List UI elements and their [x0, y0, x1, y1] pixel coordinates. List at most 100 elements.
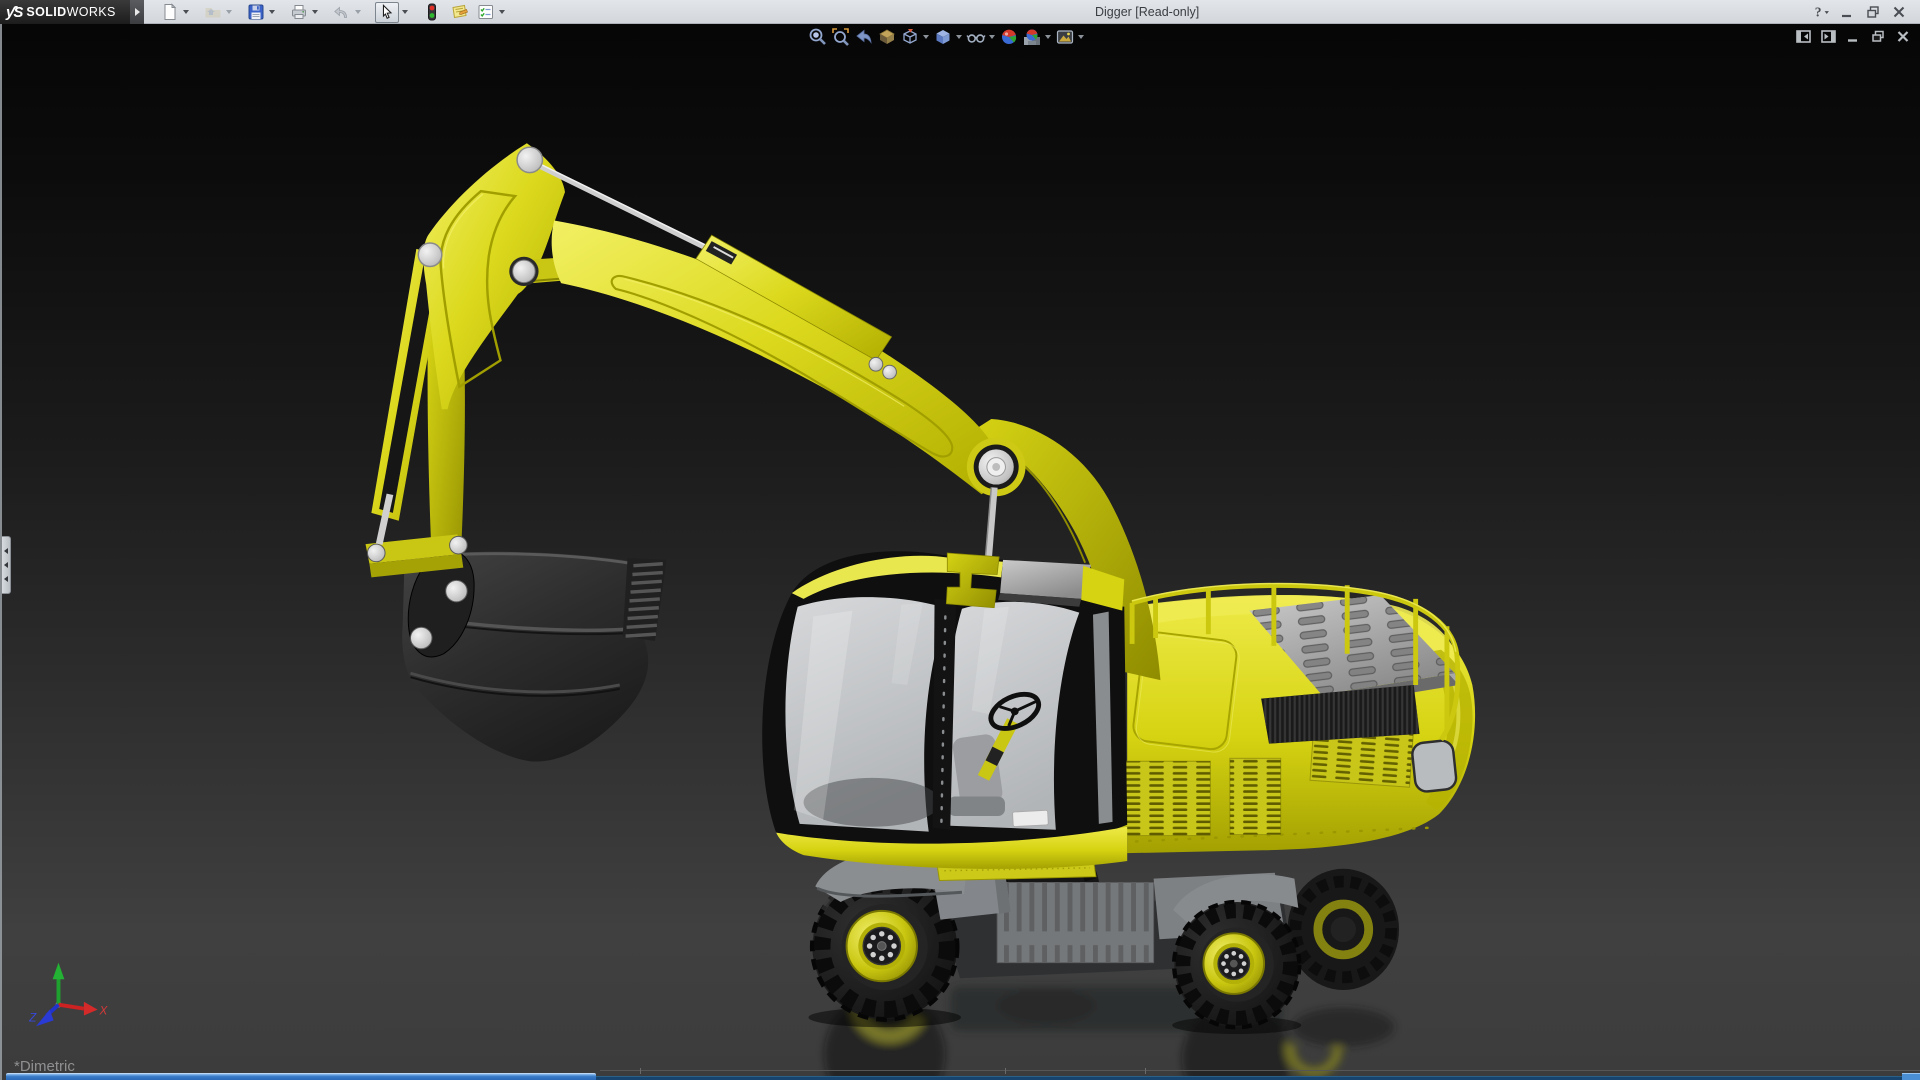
- close-button[interactable]: [1890, 2, 1908, 22]
- doc-minimize-icon: [1848, 38, 1857, 42]
- roof-vent: [1000, 559, 1092, 599]
- save-dropdown[interactable]: [266, 2, 277, 22]
- print-dropdown[interactable]: [309, 2, 320, 22]
- select-dropdown[interactable]: [399, 2, 410, 22]
- digger-model-render[interactable]: X Z: [0, 24, 1920, 1080]
- taskbar-edge-right: [596, 1076, 1902, 1080]
- bucket-teeth: [622, 557, 667, 641]
- rebuild-button[interactable]: [422, 2, 442, 22]
- doc-close-button[interactable]: [1894, 28, 1912, 44]
- solidworks-logo: ƴS SOLIDWORKS: [0, 0, 130, 24]
- file-properties-button[interactable]: [450, 2, 470, 22]
- taskbar-edge-cap[interactable]: [1902, 1073, 1920, 1080]
- apply-scene-icon: [1023, 29, 1040, 45]
- taskbar-edge-left[interactable]: [6, 1073, 596, 1080]
- display-style-button[interactable]: [931, 27, 954, 47]
- collapse-arrow-icon: [4, 562, 8, 568]
- rear-side-window[interactable]: [1411, 739, 1458, 793]
- new-dropdown[interactable]: [180, 2, 191, 22]
- open-dropdown[interactable]: [223, 2, 234, 22]
- rear-wheel[interactable]: [1171, 899, 1302, 1030]
- display-style-cube-icon: [936, 30, 949, 44]
- zoom-to-area-button[interactable]: [829, 27, 852, 47]
- help-button[interactable]: ?: [1812, 2, 1830, 22]
- left-pane-icon: [1795, 29, 1811, 43]
- save-button[interactable]: [246, 2, 266, 22]
- view-settings-icon: [1056, 30, 1073, 44]
- collapsed-feature-manager-tab[interactable]: [2, 536, 11, 594]
- apply-scene-dropdown[interactable]: [1043, 27, 1053, 47]
- show-left-pane-button[interactable]: [1794, 28, 1812, 44]
- new-document-icon: [164, 3, 177, 20]
- section-view-icon: [878, 29, 895, 44]
- minimize-button[interactable]: [1838, 2, 1856, 22]
- hide-show-items-dropdown[interactable]: [987, 27, 997, 47]
- options-button[interactable]: [476, 2, 496, 22]
- document-window-controls: [1794, 28, 1912, 44]
- status-bar-edge: [600, 1070, 1920, 1071]
- section-view-button[interactable]: [875, 27, 898, 47]
- open-button[interactable]: [203, 2, 223, 22]
- status-divider: [1005, 1068, 1006, 1074]
- undo-dropdown[interactable]: [352, 2, 363, 22]
- previous-view-button[interactable]: [852, 27, 875, 47]
- show-right-pane-button[interactable]: [1819, 28, 1837, 44]
- note-pencil-icon: [452, 4, 468, 19]
- triad-x-label: X: [99, 1004, 109, 1017]
- hide-show-items-button[interactable]: [964, 27, 987, 47]
- collapse-arrow-icon: [4, 576, 8, 582]
- toolbar-flyout-expand-button[interactable]: [130, 0, 144, 24]
- triad-z-label: Z: [28, 1011, 37, 1024]
- view-orientation-dropdown[interactable]: [921, 27, 931, 47]
- undo-button[interactable]: [332, 2, 352, 22]
- flyout-arrow-icon: [134, 8, 140, 16]
- boom-stick-elbow[interactable]: [966, 437, 1026, 561]
- doc-close-icon: [1897, 30, 1909, 42]
- display-style-dropdown[interactable]: [954, 27, 964, 47]
- edit-appearance-button[interactable]: [997, 27, 1020, 47]
- far-rear-wheel[interactable]: [1287, 868, 1400, 991]
- undo-arrow-icon: [334, 6, 347, 18]
- doc-restore-icon: [1872, 30, 1884, 42]
- view-orientation-button[interactable]: [898, 27, 921, 47]
- options-dropdown[interactable]: [496, 2, 507, 22]
- titlebar: ƴS SOLIDWORKS Digger [Read-only] ?: [0, 0, 1920, 24]
- open-folder-icon: [205, 8, 221, 18]
- restore-icon: [1867, 6, 1879, 18]
- collapse-arrow-icon: [4, 548, 8, 554]
- traffic-light-icon: [428, 3, 436, 21]
- reference-triad[interactable]: X Z: [28, 962, 109, 1027]
- close-icon: [1893, 6, 1905, 18]
- solidworks-logo-text: SOLIDWORKS: [26, 5, 116, 19]
- status-divider: [1145, 1068, 1146, 1074]
- status-divider: [640, 1068, 641, 1074]
- doc-restore-button[interactable]: [1869, 28, 1887, 44]
- heads-up-view-toolbar: [806, 27, 1086, 47]
- window-title: Digger [Read-only]: [1095, 5, 1200, 19]
- minimize-icon: [1842, 14, 1851, 18]
- options-checklist-icon: [478, 5, 493, 19]
- new-button[interactable]: [160, 2, 180, 22]
- zoom-to-fit-button[interactable]: [806, 27, 829, 47]
- view-settings-button[interactable]: [1053, 27, 1076, 47]
- restore-button[interactable]: [1864, 2, 1882, 22]
- cab[interactable]: [762, 551, 1128, 869]
- cab-lamp: [1012, 809, 1049, 828]
- view-settings-dropdown[interactable]: [1076, 27, 1086, 47]
- eyeglasses-icon: [965, 34, 986, 43]
- zoom-to-fit-icon: [809, 28, 826, 45]
- svg-text:?: ?: [1815, 4, 1822, 19]
- print-icon: [292, 5, 306, 19]
- save-floppy-icon: [248, 4, 264, 20]
- apply-scene-button[interactable]: [1020, 27, 1043, 47]
- doc-minimize-button[interactable]: [1844, 28, 1862, 44]
- titlebar-controls: ?: [1812, 0, 1908, 24]
- select-cursor-icon: [382, 4, 393, 19]
- stick-arm[interactable]: [551, 220, 996, 495]
- right-pane-icon: [1820, 29, 1836, 43]
- select-button[interactable]: [375, 1, 399, 23]
- view-orientation-cube-icon: [902, 29, 917, 44]
- previous-view-icon: [855, 29, 872, 44]
- zoom-to-area-icon: [831, 28, 849, 46]
- print-button[interactable]: [289, 2, 309, 22]
